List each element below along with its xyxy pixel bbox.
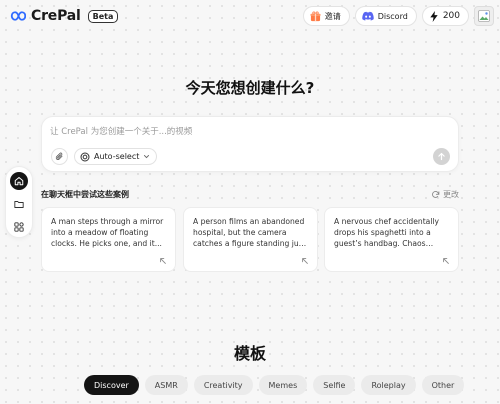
nav-projects-button[interactable]: [10, 195, 28, 213]
example-card[interactable]: A person films an abandoned hospital, bu…: [183, 207, 318, 272]
discord-icon: [362, 11, 374, 21]
header-actions: 邀请 Discord 200: [302, 6, 494, 26]
bolt-icon: [430, 10, 438, 22]
paperclip-icon: [55, 152, 63, 160]
discord-button[interactable]: Discord: [354, 6, 417, 26]
arrow-up-left-icon: [302, 258, 308, 264]
page-headline: 今天您想创建什么?: [185, 79, 315, 97]
tab-roleplay[interactable]: Roleplay: [361, 375, 416, 395]
attach-button[interactable]: [51, 148, 68, 165]
model-select-label: Auto-select: [94, 152, 140, 161]
tab-asmr[interactable]: ASMR: [144, 375, 188, 395]
arrow-up-left-icon: [160, 258, 166, 264]
avatar-image-icon: [478, 10, 490, 22]
example-card-text: A man steps through a mirror into a mead…: [51, 217, 164, 248]
tab-selfie[interactable]: Selfie: [313, 375, 356, 395]
refresh-icon: [432, 191, 440, 198]
home-icon: [14, 177, 24, 186]
nav-apps-button[interactable]: [10, 218, 28, 236]
example-card-text: A nervous chef accidentally drops his sp…: [334, 217, 440, 248]
nav-home-button[interactable]: [10, 172, 28, 190]
discord-label: Discord: [377, 11, 408, 21]
avatar[interactable]: [474, 6, 494, 26]
send-button[interactable]: [433, 148, 450, 165]
examples-title: 在聊天框中尝试这些案例: [41, 190, 129, 199]
tab-memes[interactable]: Memes: [258, 375, 308, 395]
folder-icon: [14, 201, 24, 208]
left-nav-rail: [5, 166, 33, 238]
prompt-box: Auto-select: [41, 116, 459, 172]
refresh-examples-button[interactable]: 更改: [431, 189, 459, 200]
invite-button[interactable]: 邀请: [302, 6, 350, 26]
target-icon: [80, 151, 90, 162]
example-card-text: A person films an abandoned hospital, bu…: [193, 217, 306, 248]
model-select[interactable]: Auto-select: [74, 148, 158, 165]
apps-grid-icon: [14, 222, 24, 232]
arrow-up-left-icon: [443, 258, 449, 264]
example-card[interactable]: A man steps through a mirror into a mead…: [41, 207, 176, 272]
tab-other[interactable]: Other: [421, 375, 465, 395]
arrow-up-icon: [438, 152, 445, 161]
tab-discover[interactable]: Discover: [84, 375, 139, 395]
chevron-down-icon: [144, 154, 150, 159]
tab-creativity[interactable]: Creativity: [193, 375, 253, 395]
crepal-logo-icon: [10, 11, 26, 21]
brand-name: CrePal: [31, 8, 81, 24]
templates-title: 模板: [233, 344, 266, 363]
credits-button[interactable]: 200: [421, 6, 469, 26]
credits-count: 200: [442, 11, 460, 21]
brand-logo[interactable]: CrePal Beta: [8, 7, 119, 25]
template-tabs: Discover ASMR Creativity Memes Selfie Ro…: [84, 375, 465, 395]
prompt-input[interactable]: [50, 123, 450, 141]
beta-badge: Beta: [87, 9, 119, 23]
gift-icon: [310, 11, 321, 21]
example-card[interactable]: A nervous chef accidentally drops his sp…: [324, 207, 459, 272]
invite-label: 邀请: [324, 11, 341, 21]
refresh-label: 更改: [443, 190, 459, 199]
